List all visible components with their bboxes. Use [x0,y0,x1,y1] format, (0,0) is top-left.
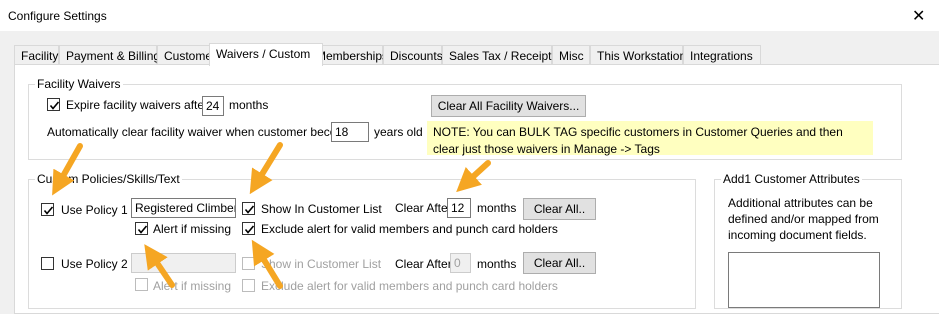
add1-attributes-title: Add1 Customer Attributes [721,172,862,186]
auto-clear-label: Automatically clear facility waiver when… [47,125,360,139]
tab-sales-tax-receipt[interactable]: Sales Tax / Receipt [442,45,552,65]
policy-2-clear-after-label: Clear After [395,257,452,271]
tab-facility[interactable]: Facility [14,45,59,65]
policy-2-name-input[interactable] [131,253,236,273]
auto-clear-age-input[interactable]: 18 [331,122,369,142]
tab-this-workstation[interactable]: This Workstation [590,45,686,65]
policy-1-exclude-alert-label: Exclude alert for valid members and punc… [261,222,558,236]
use-policy-2-label: Use Policy 2 [61,257,128,271]
policy-1-clear-after-input[interactable]: 12 [447,198,471,218]
policy-1-exclude-alert-checkbox[interactable] [242,222,255,235]
policy-2-exclude-alert-label: Exclude alert for valid members and punc… [261,279,558,293]
tab-discounts[interactable]: Discounts [383,45,443,65]
clear-all-facility-waivers-button[interactable]: Clear All Facility Waivers... [431,95,586,117]
use-policy-1-checkbox[interactable] [41,203,54,216]
expire-waivers-checkbox[interactable] [47,98,60,111]
expire-months-input[interactable]: 24 [202,96,224,116]
policy-2-show-in-list-checkbox[interactable] [242,257,255,270]
policy-1-show-in-list-checkbox[interactable] [242,202,255,215]
auto-clear-unit: years old [374,125,423,139]
policy-2-exclude-alert-checkbox[interactable] [242,279,255,292]
use-policy-1-label: Use Policy 1 [61,203,128,217]
policy-2-alert-if-missing-label: Alert if missing [153,279,232,293]
tab-payment-billing[interactable]: Payment & Billing [59,45,160,65]
tab-misc[interactable]: Misc [552,45,590,65]
policy-1-alert-if-missing-label: Alert if missing [153,222,232,236]
use-policy-2-checkbox[interactable] [41,257,54,270]
title-bar: Configure Settings ✕ [0,0,939,32]
policy-1-name-input[interactable]: Registered Climber [131,198,236,218]
policy-2-alert-if-missing-checkbox[interactable] [135,278,148,291]
window-title: Configure Settings [8,9,107,23]
tab-integrations[interactable]: Integrations [683,45,761,65]
policy-2-clear-after-input[interactable]: 0 [450,253,471,273]
add1-attributes-list[interactable] [728,252,880,308]
policy-2-clear-after-unit: months [477,257,517,271]
close-icon[interactable]: ✕ [912,6,925,26]
policy-2-clear-all-button[interactable]: Clear All.. [523,252,596,274]
expire-waivers-label: Expire facility waivers after [66,98,209,112]
add1-attributes-description: Additional attributes can be defined and… [728,196,879,242]
policy-1-clear-after-unit: months [477,201,517,215]
policy-1-alert-if-missing-checkbox[interactable] [135,222,148,235]
policy-1-show-in-list-label: Show In Customer List [261,202,382,216]
facility-waivers-title: Facility Waivers [35,77,123,91]
policy-1-clear-after-label: Clear After [395,201,452,215]
policy-1-clear-all-button[interactable]: Clear All.. [523,198,596,220]
policy-2-show-in-list-label: Show in Customer List [261,257,382,271]
custom-policies-title: Custom Policies/Skills/Text [35,172,182,186]
bulk-tag-note: NOTE: You can BULK TAG specific customer… [427,121,873,156]
expire-months-unit: months [229,98,269,112]
tab-waivers-custom[interactable]: Waivers / Custom [209,43,323,66]
